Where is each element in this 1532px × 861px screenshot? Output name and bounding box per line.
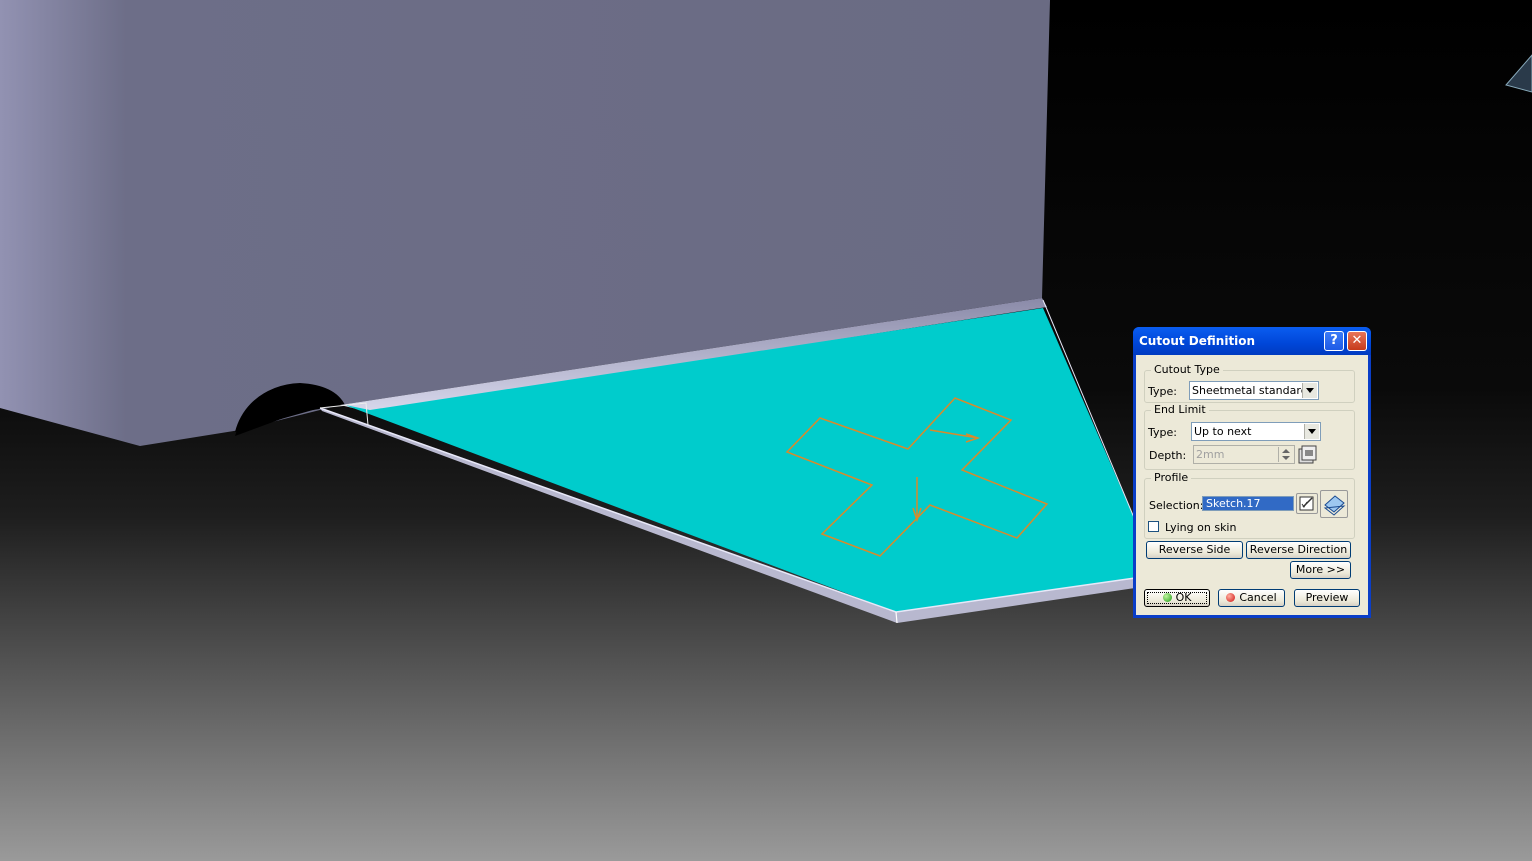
cutout-type-combo[interactable]: Sheetmetal standard — [1189, 381, 1319, 400]
ok-icon — [1162, 593, 1172, 602]
reverse-side-button[interactable]: Reverse Side — [1146, 541, 1243, 559]
end-limit-group-title: End Limit — [1151, 404, 1209, 416]
sketch-plane-button[interactable] — [1320, 490, 1348, 518]
question-icon: ? — [1330, 333, 1338, 348]
close-button[interactable]: ✕ — [1347, 331, 1367, 351]
close-icon: ✕ — [1351, 333, 1363, 348]
end-limit-type-value: Up to next — [1194, 425, 1252, 438]
chevron-down-icon[interactable] — [1302, 383, 1317, 398]
chevron-down-icon[interactable] — [1304, 424, 1319, 439]
selection-value: Sketch.17 — [1206, 497, 1261, 510]
sketcher-icon — [1299, 496, 1314, 511]
selection-label: Selection: — [1149, 499, 1204, 512]
profile-group-title: Profile — [1151, 472, 1192, 484]
dialog-titlebar[interactable]: Cutout Definition ? ✕ — [1133, 327, 1371, 355]
depth-spinner — [1278, 447, 1293, 462]
sketcher-button[interactable] — [1296, 493, 1318, 514]
sketch-plane-icon — [1323, 495, 1346, 516]
lying-on-skin-label: Lying on skin — [1165, 521, 1237, 534]
ok-button[interactable]: OK — [1144, 589, 1210, 607]
end-limit-type-label: Type: — [1148, 426, 1177, 439]
end-limit-group: End Limit Type: Up to next Depth: 2mm — [1144, 404, 1355, 470]
dialog-title: Cutout Definition — [1139, 334, 1256, 348]
depth-field: 2mm — [1193, 445, 1295, 464]
more-button[interactable]: More >> — [1290, 561, 1351, 579]
preview-button[interactable]: Preview — [1294, 589, 1360, 607]
cancel-icon — [1226, 593, 1236, 602]
cutout-type-label: Type: — [1148, 385, 1177, 398]
reverse-direction-button[interactable]: Reverse Direction — [1246, 541, 1351, 559]
cutout-definition-dialog: Cutout Definition ? ✕ Cutout Type Type: … — [1133, 327, 1371, 618]
cutout-type-group-title: Cutout Type — [1151, 364, 1223, 376]
depth-value: 2mm — [1196, 448, 1225, 461]
cutout-type-group: Cutout Type Type: Sheetmetal standard — [1144, 364, 1355, 403]
help-button[interactable]: ? — [1324, 331, 1344, 351]
depth-label: Depth: — [1149, 449, 1187, 462]
lying-on-skin-checkbox[interactable] — [1148, 521, 1159, 532]
profile-group: Profile Selection: Sketch.17 Lying on sk — [1144, 472, 1355, 539]
cancel-button[interactable]: Cancel — [1218, 589, 1285, 607]
dialog-body: Cutout Type Type: Sheetmetal standard En… — [1136, 355, 1368, 615]
selection-field[interactable]: Sketch.17 — [1202, 496, 1294, 511]
end-limit-type-combo[interactable]: Up to next — [1191, 422, 1321, 441]
cutout-type-value: Sheetmetal standard — [1192, 384, 1308, 397]
depth-settings-icon[interactable] — [1297, 445, 1319, 465]
cancel-label: Cancel — [1239, 591, 1277, 604]
ok-label: OK — [1175, 591, 1192, 604]
